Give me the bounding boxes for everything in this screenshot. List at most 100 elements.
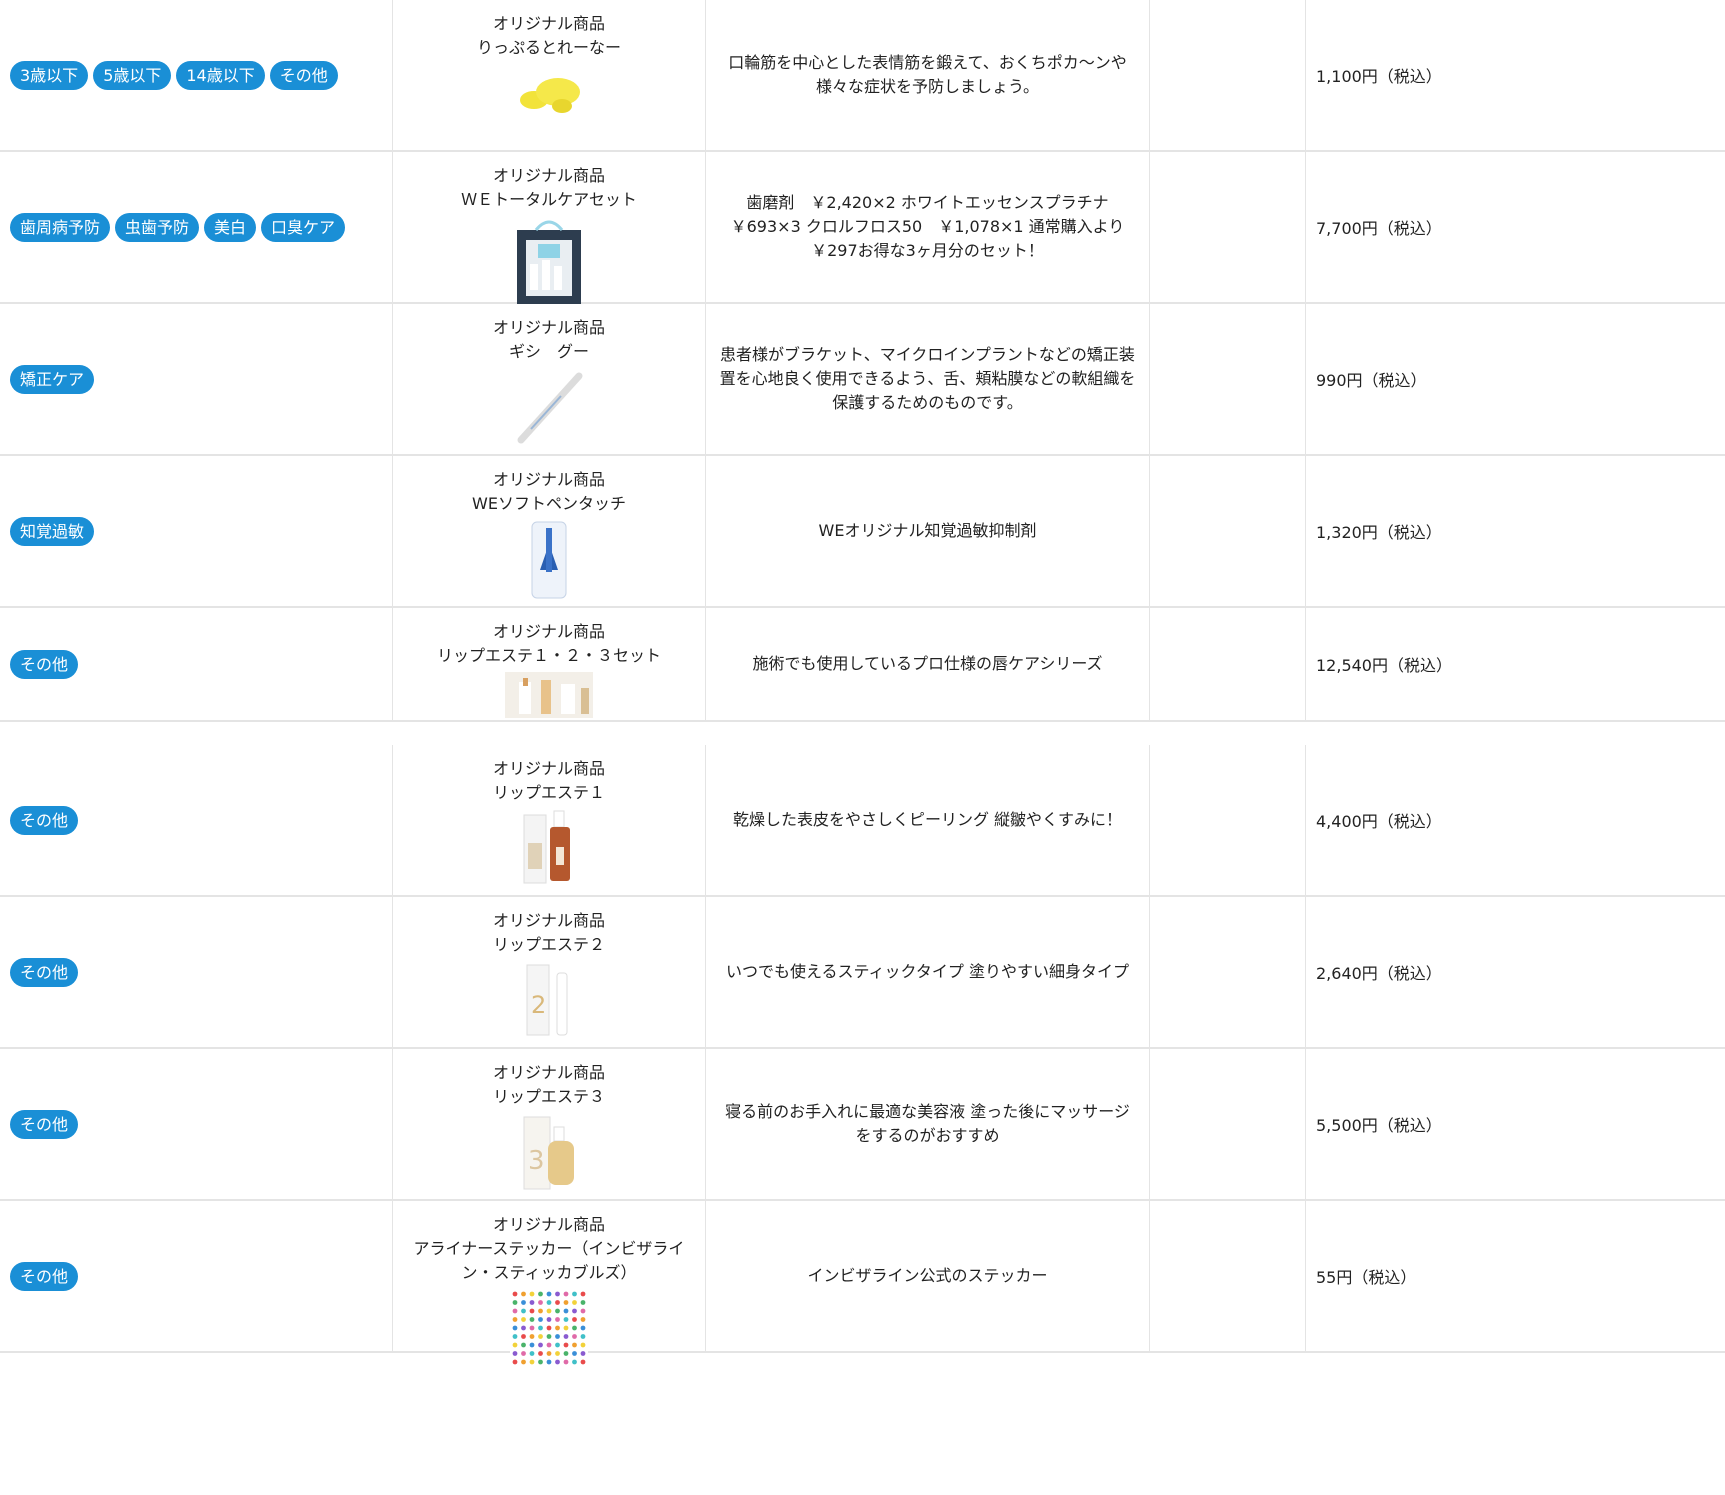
product-price: 4,400円（税込）: [1316, 812, 1442, 831]
price-cell: 4,400円（税込）: [1306, 745, 1725, 895]
table-row: 歯周病予防 虫歯予防 美白 口臭ケア オリジナル商品 ＷＥトータルケアセット 歯磨剤 …: [0, 152, 1725, 304]
product-price: 12,540円（税込）: [1316, 656, 1452, 675]
category-tag[interactable]: 虫歯予防: [115, 212, 200, 242]
product-kind: オリジナル商品: [492, 1063, 605, 1082]
product-description: インビザライン公式のステッカー: [807, 1266, 1048, 1285]
empty-cell: [1150, 897, 1306, 1047]
category-tag[interactable]: その他: [10, 1109, 79, 1139]
product-price: 1,320円（税込）: [1316, 523, 1442, 542]
product-kind: オリジナル商品: [492, 166, 605, 185]
tag-cell: その他: [0, 1049, 393, 1199]
product-price: 7,700円（税込）: [1316, 219, 1442, 238]
product-image: [509, 368, 589, 452]
price-cell: 55円（税込）: [1306, 1201, 1725, 1351]
category-tag[interactable]: その他: [10, 957, 79, 987]
product-kind: オリジナル商品: [492, 622, 605, 641]
category-tag[interactable]: その他: [10, 1261, 79, 1291]
tag-cell: 歯周病予防 虫歯予防 美白 口臭ケア: [0, 152, 393, 302]
product-name: りっぷるとれーなー: [476, 38, 621, 57]
price-cell: 7,700円（税込）: [1306, 152, 1725, 302]
category-tag[interactable]: 5歳以下: [93, 60, 172, 90]
tag-cell: 3歳以下 5歳以下 14歳以下 その他: [0, 0, 393, 150]
empty-cell: [1150, 304, 1306, 454]
empty-cell: [1150, 1201, 1306, 1351]
product-kind: オリジナル商品: [492, 470, 605, 489]
product-cell: オリジナル商品 リップエステ１・２・３セット: [393, 608, 706, 720]
table-row: 3歳以下 5歳以下 14歳以下 その他 オリジナル商品 りっぷるとれーなー 口輪筋を中…: [0, 0, 1725, 152]
category-tag[interactable]: その他: [10, 649, 79, 679]
product-cell: オリジナル商品 アライナーステッカー（インビザライン・スティッカブルズ）: [393, 1201, 706, 1367]
product-cell: オリジナル商品 リップエステ２ 2: [393, 897, 706, 1047]
description-cell: インビザライン公式のステッカー: [706, 1201, 1150, 1351]
product-image: [510, 1289, 588, 1371]
product-cell: オリジナル商品 WEソフトペンタッチ: [393, 456, 706, 606]
category-tag[interactable]: 歯周病予防: [10, 212, 111, 242]
price-cell: 2,640円（税込）: [1306, 897, 1725, 1047]
price-cell: 5,500円（税込）: [1306, 1049, 1725, 1199]
product-table-top: 3歳以下 5歳以下 14歳以下 その他 オリジナル商品 りっぷるとれーなー 口輪筋を中…: [0, 0, 1725, 722]
product-description: 寝る前のお手入れに最適な美容液 塗った後にマッサージをするのがおすすめ: [725, 1102, 1130, 1145]
description-cell: いつでも使えるスティックタイプ 塗りやすい細身タイプ: [706, 897, 1150, 1047]
product-kind: オリジナル商品: [492, 759, 605, 778]
product-description: いつでも使えるスティックタイプ 塗りやすい細身タイプ: [725, 962, 1129, 981]
product-kind: オリジナル商品: [492, 1215, 605, 1234]
category-tag[interactable]: 3歳以下: [10, 60, 89, 90]
price-cell: 1,100円（税込）: [1306, 0, 1725, 150]
tag-cell: その他: [0, 1201, 393, 1351]
category-tag[interactable]: 美白: [204, 212, 257, 242]
product-image: [514, 216, 584, 310]
product-description: WEオリジナル知覚過敏抑制剤: [818, 521, 1037, 540]
product-name: アライナーステッカー（インビザライン・スティッカブルズ）: [413, 1239, 685, 1282]
product-cell: オリジナル商品 りっぷるとれーなー: [393, 0, 706, 150]
tag-cell: その他: [0, 897, 393, 1047]
tag-cell: 知覚過敏: [0, 456, 393, 606]
price-cell: 1,320円（税込）: [1306, 456, 1725, 606]
product-name: リップエステ１: [492, 783, 605, 802]
product-cell: オリジナル商品 リップエステ３ 3: [393, 1049, 706, 1199]
product-description: 施術でも使用しているプロ仕様の唇ケアシリーズ: [752, 654, 1103, 673]
price-cell: 12,540円（税込）: [1306, 608, 1725, 720]
description-cell: 歯磨剤 ￥2,420×2 ホワイトエッセンスプラチナ ￥693×3 クロルフロス…: [706, 152, 1150, 302]
product-image: [505, 672, 593, 722]
table-row: その他 オリジナル商品 リップエステ１ 乾燥した表皮をやさしくピーリング 縦皺や…: [0, 745, 1725, 897]
category-tag[interactable]: 知覚過敏: [10, 516, 95, 546]
tag-cell: 矯正ケア: [0, 304, 393, 454]
product-description: 歯磨剤 ￥2,420×2 ホワイトエッセンスプラチナ ￥693×3 クロルフロス…: [730, 193, 1125, 260]
product-price: 990円（税込）: [1316, 371, 1427, 390]
empty-cell: [1150, 0, 1306, 150]
product-description: 患者様がブラケット、マイクロインプラントなどの矯正装置を心地良く使用できるよう、…: [719, 345, 1136, 412]
category-tag[interactable]: 14歳以下: [176, 60, 265, 90]
empty-cell: [1150, 1049, 1306, 1199]
product-cell: オリジナル商品 ＷＥトータルケアセット: [393, 152, 706, 304]
category-tag[interactable]: その他: [269, 60, 338, 90]
product-description: 乾燥した表皮をやさしくピーリング 縦皺やくすみに！: [732, 810, 1123, 829]
svg-text:2: 2: [531, 991, 546, 1019]
category-tag[interactable]: 矯正ケア: [10, 364, 95, 394]
product-price: 5,500円（税込）: [1316, 1116, 1442, 1135]
description-cell: 寝る前のお手入れに最適な美容液 塗った後にマッサージをするのがおすすめ: [706, 1049, 1150, 1199]
category-tag[interactable]: その他: [10, 805, 79, 835]
product-name: ギシ グー: [508, 342, 589, 361]
product-cell: オリジナル商品 ギシ グー: [393, 304, 706, 454]
empty-cell: [1150, 456, 1306, 606]
product-image: [514, 64, 584, 126]
table-row: その他 オリジナル商品 リップエステ２ 2 いつでも使えるスティックタイプ 塗り…: [0, 897, 1725, 1049]
svg-text:3: 3: [528, 1146, 545, 1176]
product-name: リップエステ２: [492, 935, 605, 954]
product-table-bottom: その他 オリジナル商品 リップエステ１ 乾燥した表皮をやさしくピーリング 縦皺や…: [0, 745, 1725, 1367]
description-cell: 患者様がブラケット、マイクロインプラントなどの矯正装置を心地良く使用できるよう、…: [706, 304, 1150, 454]
tag-cell: その他: [0, 608, 393, 720]
product-image: 3: [520, 1113, 578, 1197]
product-name: リップエステ１・２・３セット: [436, 646, 661, 665]
category-tag[interactable]: 口臭ケア: [261, 212, 346, 242]
table-row: その他 オリジナル商品 アライナーステッカー（インビザライン・スティッカブルズ）…: [0, 1201, 1725, 1367]
description-cell: WEオリジナル知覚過敏抑制剤: [706, 456, 1150, 606]
table-row: 知覚過敏 オリジナル商品 WEソフトペンタッチ WEオリジナル知覚過敏抑制剤 1…: [0, 456, 1725, 608]
product-kind: オリジナル商品: [492, 14, 605, 33]
empty-cell: [1150, 745, 1306, 895]
product-name: ＷＥトータルケアセット: [461, 190, 637, 209]
table-row: その他 オリジナル商品 リップエステ３ 3 寝る前のお手入れに最適な美容液 塗っ…: [0, 1049, 1725, 1201]
product-image: [524, 520, 574, 604]
description-cell: 口輪筋を中心とした表情筋を鍛えて、おくちポカ〜ンや様々な症状を予防しましょう。: [706, 0, 1150, 150]
product-price: 2,640円（税込）: [1316, 964, 1442, 983]
